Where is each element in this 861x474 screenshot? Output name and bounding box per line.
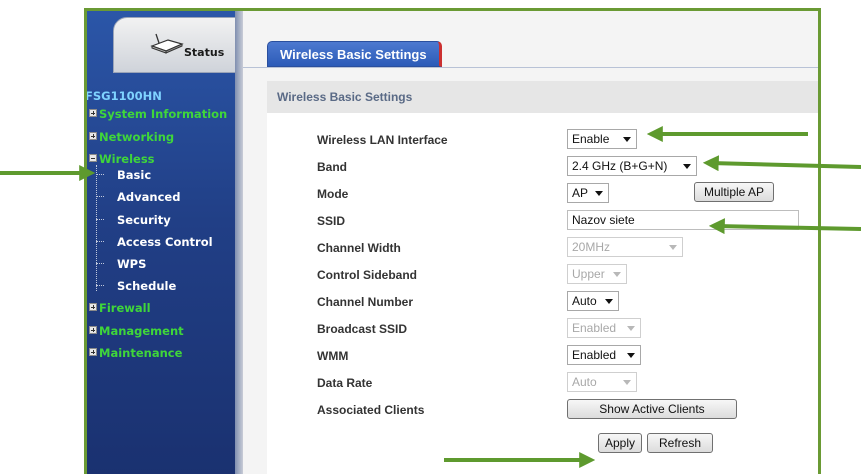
chevron-down-icon — [613, 272, 621, 277]
expand-plus-icon — [89, 109, 97, 117]
chevron-down-icon — [595, 191, 603, 196]
wlan-interface-value: Enable — [572, 132, 610, 146]
chevron-down-icon — [623, 380, 631, 385]
sidebar: Status FSG1100HN System Information Netw… — [87, 11, 239, 474]
tree-line — [96, 165, 97, 291]
data-rate-select[interactable]: Auto — [567, 372, 637, 392]
main-content: Wireless Basic Settings Wireless Basic S… — [243, 11, 818, 474]
tab-wireless-basic-settings[interactable]: Wireless Basic Settings — [267, 41, 442, 67]
control-sideband-value: Upper — [572, 267, 605, 281]
channel-number-value: Auto — [572, 294, 597, 308]
multiple-ap-button[interactable]: Multiple AP — [694, 182, 774, 202]
chevron-down-icon — [623, 137, 631, 142]
data-rate-value: Auto — [572, 375, 597, 389]
ssid-input[interactable]: Nazov siete — [567, 210, 799, 230]
tree-branch — [96, 263, 104, 264]
sidebar-item-label: Wireless — [99, 152, 155, 166]
ssid-label: SSID — [317, 214, 346, 228]
sidebar-item-networking[interactable]: Networking — [89, 130, 174, 144]
tree-branch — [96, 285, 104, 286]
tab-divider — [243, 67, 818, 68]
sidebar-item-system-information[interactable]: System Information — [89, 107, 227, 121]
mode-value: AP — [572, 186, 589, 200]
data-rate-label: Data Rate — [317, 376, 373, 390]
channel-number-select[interactable]: Auto — [567, 291, 619, 311]
status-label: Status — [184, 46, 225, 59]
band-select[interactable]: 2.4 GHz (B+G+N) — [567, 156, 697, 176]
wmm-label: WMM — [317, 349, 349, 363]
sidebar-item-label: Networking — [99, 130, 175, 144]
associated-clients-label: Associated Clients — [317, 403, 425, 417]
sidebar-item-label: Firewall — [99, 301, 151, 315]
apply-button[interactable]: Apply — [598, 433, 642, 453]
sidebar-item-label: Management — [99, 324, 184, 338]
sidebar-item-firewall[interactable]: Firewall — [89, 301, 151, 315]
wmm-value: Enabled — [572, 348, 617, 362]
wlan-interface-label: Wireless LAN Interface — [317, 133, 448, 147]
sidebar-item-wireless[interactable]: Wireless — [89, 152, 155, 166]
show-active-clients-button[interactable]: Show Active Clients — [567, 399, 737, 419]
sidebar-item-maintenance[interactable]: Maintenance — [89, 346, 182, 360]
chevron-down-icon — [669, 245, 677, 250]
refresh-button[interactable]: Refresh — [647, 433, 713, 453]
sidebar-item-management[interactable]: Management — [89, 324, 184, 338]
expand-plus-icon — [89, 303, 97, 311]
mode-select[interactable]: AP — [567, 183, 609, 203]
sidebar-sub-basic[interactable]: Basic — [117, 168, 151, 182]
mode-label: Mode — [317, 187, 349, 201]
broadcast-ssid-label: Broadcast SSID — [317, 322, 408, 336]
sidebar-shadow — [235, 11, 243, 474]
chevron-down-icon — [627, 326, 635, 331]
router-icon — [150, 33, 184, 54]
broadcast-ssid-select[interactable]: Enabled — [567, 318, 641, 338]
chevron-down-icon — [683, 164, 691, 169]
band-label: Band — [317, 160, 347, 174]
control-sideband-label: Control Sideband — [317, 268, 417, 282]
channel-number-label: Channel Number — [317, 295, 414, 309]
control-sideband-select[interactable]: Upper — [567, 264, 627, 284]
sidebar-sub-access-control[interactable]: Access Control — [117, 235, 213, 249]
tree-branch — [96, 174, 104, 175]
sidebar-sub-wps[interactable]: WPS — [117, 257, 146, 271]
tree-branch — [96, 219, 104, 220]
sidebar-sub-security[interactable]: Security — [117, 213, 171, 227]
settings-panel: Wireless Basic Settings Wireless LAN Int… — [267, 81, 818, 474]
broadcast-ssid-value: Enabled — [572, 321, 617, 335]
channel-width-value: 20MHz — [572, 240, 611, 254]
expand-plus-icon — [89, 348, 97, 356]
tree-branch — [96, 241, 104, 242]
band-value: 2.4 GHz (B+G+N) — [572, 159, 668, 173]
tree-branch — [96, 196, 104, 197]
collapse-minus-icon — [89, 154, 97, 162]
channel-width-label: Channel Width — [317, 241, 401, 255]
channel-width-select[interactable]: 20MHz — [567, 237, 683, 257]
wmm-select[interactable]: Enabled — [567, 345, 641, 365]
chevron-down-icon — [627, 353, 635, 358]
chevron-down-icon — [605, 299, 613, 304]
sidebar-sub-advanced[interactable]: Advanced — [117, 190, 180, 204]
expand-plus-icon — [89, 326, 97, 334]
sidebar-sub-schedule[interactable]: Schedule — [117, 279, 176, 293]
expand-plus-icon — [89, 132, 97, 140]
section-title: Wireless Basic Settings — [267, 81, 818, 113]
wlan-interface-select[interactable]: Enable — [567, 129, 637, 149]
router-admin-frame: Status FSG1100HN System Information Netw… — [84, 8, 821, 474]
sidebar-item-label: Maintenance — [99, 346, 183, 360]
model-name: FSG1100HN — [85, 89, 162, 103]
status-tab[interactable]: Status — [113, 17, 237, 73]
sidebar-item-label: System Information — [99, 107, 228, 121]
